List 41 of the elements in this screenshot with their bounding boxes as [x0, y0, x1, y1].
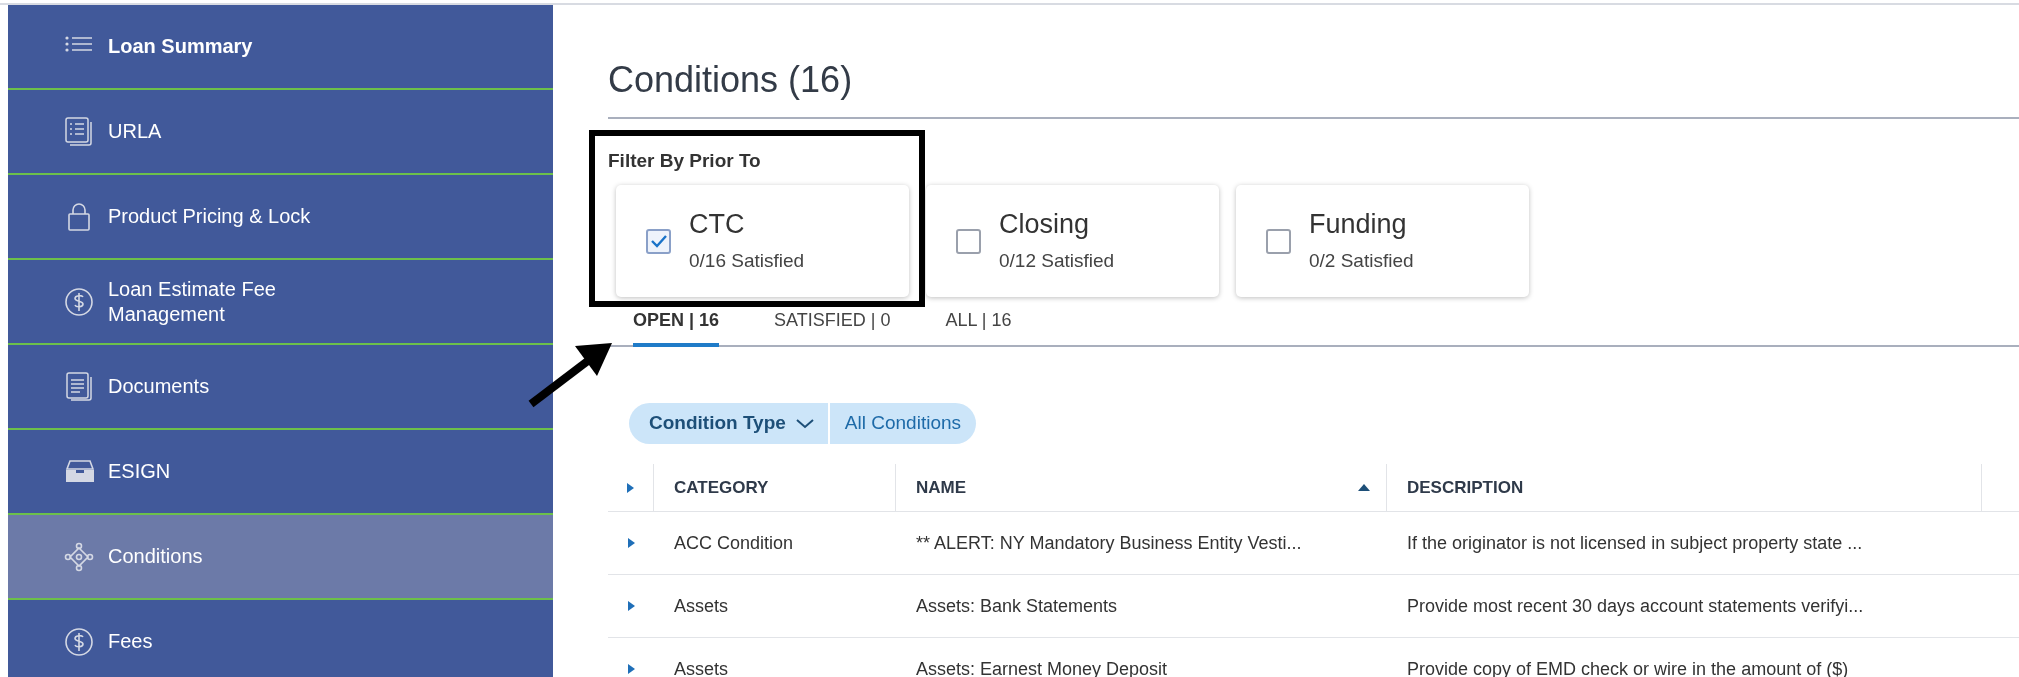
checkbox[interactable]	[646, 228, 671, 254]
sidebar-item[interactable]: Conditions	[8, 515, 553, 600]
filter-chip[interactable]: All Conditions	[829, 403, 977, 444]
document-icon	[64, 371, 94, 402]
checkmark-icon	[649, 234, 668, 248]
card-subtitle: 0/16 Satisfied	[689, 249, 805, 273]
tab[interactable]: SATISFIED | 0	[774, 309, 891, 347]
table-cell-text: Assets	[673, 657, 730, 677]
expand-caret-icon[interactable]	[627, 601, 635, 611]
card-title: CTC	[689, 208, 746, 241]
tab[interactable]: OPEN | 16	[633, 309, 720, 347]
column-header[interactable]: DESCRIPTION	[1387, 464, 1982, 511]
table-cell-text: Provide most recent 30 days account statements verifyi...	[1406, 594, 1865, 618]
tab[interactable]: ALL | 16	[945, 309, 1012, 347]
filter-label: Filter By Prior To	[608, 149, 762, 173]
card-title: Funding	[1309, 208, 1408, 241]
network-icon	[64, 541, 94, 572]
table-cell-text: Assets	[673, 594, 730, 618]
form-icon	[64, 116, 94, 147]
expand-caret-icon[interactable]	[627, 538, 635, 548]
card-title: Closing	[999, 208, 1091, 241]
column-header[interactable]: NAME	[896, 464, 1387, 511]
expand-caret-icon[interactable]	[627, 482, 634, 493]
column-header[interactable]: CATEGORY	[654, 464, 896, 511]
table-cell-text: ** ALERT: NY Mandatory Business Entity Vesti...	[915, 531, 1303, 555]
chevron-down-icon	[795, 418, 814, 429]
filter-card[interactable]: CTC 0/16 Satisfied	[616, 185, 909, 297]
table-cell-text: If the originator is not licensed in subject property state ...	[1406, 531, 1864, 555]
filter-card[interactable]: Funding 0/2 Satisfied	[1236, 185, 1529, 297]
table-cell-text: ACC Condition	[673, 531, 795, 555]
filter-card[interactable]: Closing 0/12 Satisfied	[926, 185, 1219, 297]
card-subtitle: 0/12 Satisfied	[999, 249, 1115, 273]
dollar-icon	[64, 286, 94, 317]
checkbox[interactable]	[1266, 228, 1291, 254]
card-subtitle: 0/2 Satisfied	[1309, 249, 1414, 273]
condition-type-dropdown[interactable]: Condition Type	[629, 403, 828, 444]
expand-caret-icon[interactable]	[627, 664, 635, 674]
checkbox[interactable]	[956, 228, 981, 254]
page-title: Conditions (16)	[608, 58, 854, 102]
table-cell-text: Assets: Bank Statements	[915, 594, 1119, 618]
dollar-icon	[64, 626, 94, 657]
